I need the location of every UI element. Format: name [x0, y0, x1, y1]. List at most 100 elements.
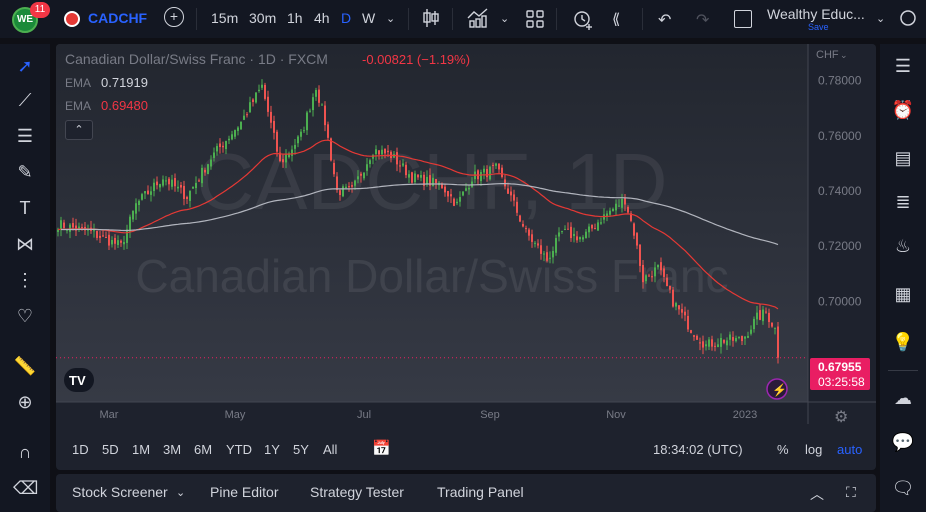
candle-body: [267, 96, 269, 112]
range-1y[interactable]: 1Y: [264, 442, 280, 457]
candle-body: [99, 235, 101, 238]
candle-body: [171, 179, 173, 187]
candle-body: [480, 172, 482, 182]
tab-stock-screener[interactable]: Stock Screener: [72, 484, 168, 500]
chevron-down-icon[interactable]: ⌄: [500, 12, 509, 25]
range-6m[interactable]: 6M: [194, 442, 212, 457]
price-axis-background[interactable]: [808, 44, 876, 402]
interval-4h[interactable]: 4h: [314, 10, 330, 26]
alert-clock-icon[interactable]: [572, 8, 594, 33]
range-1d[interactable]: 1D: [72, 442, 89, 457]
symbol-flag-icon: [64, 11, 80, 27]
collapse-legend-button[interactable]: ⌃: [65, 120, 93, 140]
candle-body: [666, 277, 668, 287]
chevron-down-icon[interactable]: ⌄: [840, 50, 848, 60]
compare-add-icon[interactable]: +: [164, 7, 184, 27]
candle-body: [732, 337, 734, 341]
interval-15m[interactable]: 15m: [211, 10, 238, 26]
log-toggle[interactable]: log: [805, 442, 822, 457]
hotlist-fire-icon[interactable]: ♨: [891, 234, 915, 258]
search-icon[interactable]: [898, 8, 920, 33]
candle-body: [213, 152, 215, 158]
goto-date-calendar-icon[interactable]: 📅: [372, 439, 391, 457]
symbol-legend-title[interactable]: Canadian Dollar/Swiss Franc · 1D · FXCM: [65, 51, 328, 67]
tab-trading-panel[interactable]: Trading Panel: [437, 484, 524, 500]
candle-body: [711, 339, 713, 347]
settings-gear-icon[interactable]: ⚙: [834, 409, 848, 426]
chat-cloud-icon[interactable]: ☁: [891, 386, 915, 410]
cursor-arrow-icon[interactable]: ➚: [13, 54, 37, 78]
candle-body: [183, 185, 185, 199]
range-1m[interactable]: 1M: [132, 442, 150, 457]
time-tick-label: Sep: [480, 409, 500, 421]
interval-d[interactable]: D: [341, 10, 351, 26]
indicators-icon[interactable]: [467, 8, 489, 31]
interval-1h[interactable]: 1h: [287, 10, 303, 26]
chevron-down-icon[interactable]: ⌄: [876, 12, 885, 25]
candle-body: [522, 223, 524, 227]
ema-fast-label[interactable]: EMA: [65, 76, 91, 90]
calendar-icon[interactable]: ▦: [891, 282, 915, 306]
chats-icon[interactable]: 💬: [891, 430, 915, 454]
auto-toggle[interactable]: auto: [837, 442, 862, 457]
news-icon[interactable]: ▤: [891, 146, 915, 170]
watchlist-icon[interactable]: ☰: [891, 54, 915, 78]
help-chat-icon[interactable]: 🗨: [891, 476, 915, 500]
save-button[interactable]: Save: [808, 22, 829, 32]
fullscreen-square-icon[interactable]: [734, 10, 752, 28]
chevron-down-icon[interactable]: ⌄: [176, 486, 185, 499]
brush-icon[interactable]: ✎: [13, 160, 37, 184]
candle-body: [336, 176, 338, 190]
interval-30m[interactable]: 30m: [249, 10, 276, 26]
range-all[interactable]: All: [323, 442, 337, 457]
range-3m[interactable]: 3M: [163, 442, 181, 457]
text-tool-icon[interactable]: T: [13, 196, 37, 220]
trend-line-icon[interactable]: ⟋: [13, 88, 37, 112]
range-5d[interactable]: 5D: [102, 442, 119, 457]
candle-body: [168, 178, 170, 185]
expand-panel-chevron-icon[interactable]: ︿: [810, 484, 824, 504]
magnet-icon[interactable]: ∩: [13, 440, 37, 464]
symbol-search-button[interactable]: CADCHF: [88, 10, 147, 26]
range-ytd[interactable]: YTD: [226, 442, 252, 457]
redo-icon[interactable]: ↷: [696, 10, 709, 30]
ema-slow-label[interactable]: EMA: [65, 99, 91, 113]
candle-body: [645, 275, 647, 282]
fib-lines-icon[interactable]: ☰: [13, 124, 37, 148]
candle-body: [549, 257, 551, 259]
candle-body: [435, 179, 437, 184]
prediction-icon[interactable]: ⋮: [13, 268, 37, 292]
candle-body: [660, 262, 662, 271]
currency-selector[interactable]: CHF: [816, 49, 839, 61]
pattern-icon[interactable]: ⋈: [13, 232, 37, 256]
candle-body: [558, 232, 560, 237]
interval-w[interactable]: W: [362, 10, 375, 26]
tab-strategy-tester[interactable]: Strategy Tester: [310, 484, 404, 500]
ruler-icon[interactable]: 📏: [13, 354, 37, 378]
utc-clock[interactable]: 18:34:02 (UTC): [653, 442, 743, 457]
candles-chart-type-icon[interactable]: [422, 8, 440, 31]
ema-fast-value: 0.71919: [101, 75, 148, 90]
price-chart[interactable]: CADCHF, 1D Canadian Dollar/Swiss Franc 0…: [56, 44, 876, 470]
replay-icon[interactable]: ⟪: [612, 10, 620, 28]
price-tick-label: 0.76000: [818, 129, 862, 143]
maximize-panel-icon[interactable]: ⛶: [846, 484, 856, 501]
layout-grid-icon[interactable]: [526, 10, 544, 31]
eraser-icon[interactable]: ⌫: [13, 476, 38, 500]
undo-icon[interactable]: ↶: [658, 10, 671, 30]
zoom-in-icon[interactable]: ⊕: [13, 390, 37, 414]
ideas-lightbulb-icon[interactable]: 💡: [891, 330, 915, 354]
range-5y[interactable]: 5Y: [293, 442, 309, 457]
alerts-clock-icon[interactable]: ⏰: [891, 98, 915, 122]
chart-panel[interactable]: CADCHF, 1D Canadian Dollar/Swiss Franc 0…: [56, 44, 876, 470]
data-window-icon[interactable]: ≣: [891, 190, 915, 214]
candle-body: [762, 309, 764, 322]
tab-pine-editor[interactable]: Pine Editor: [210, 484, 278, 500]
layout-name[interactable]: Wealthy Educ...: [767, 6, 865, 22]
candle-body: [465, 188, 467, 191]
chevron-down-icon[interactable]: ⌄: [386, 12, 395, 25]
favorites-heart-icon[interactable]: ♡: [13, 304, 37, 328]
candle-body: [525, 228, 527, 230]
percent-toggle[interactable]: %: [777, 442, 789, 457]
candle-body: [627, 206, 629, 213]
